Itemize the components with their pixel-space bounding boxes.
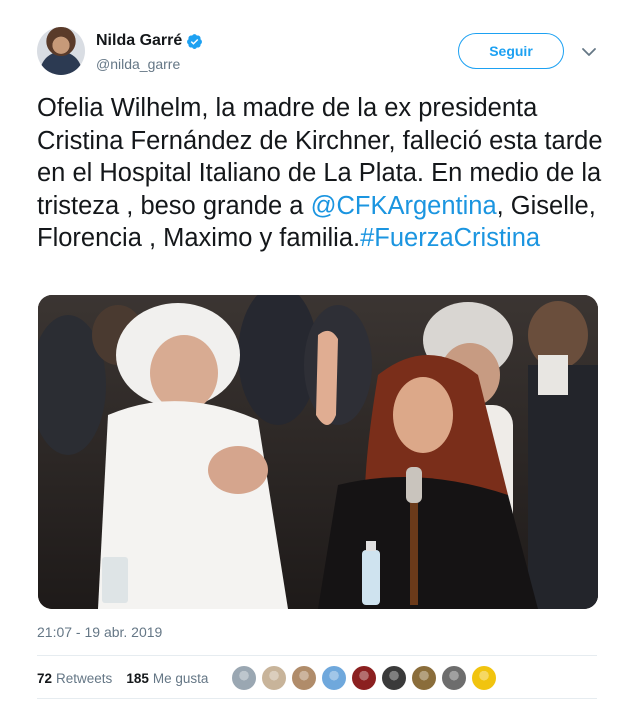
liker-avatar[interactable]: [231, 665, 257, 691]
verified-badge-icon: [187, 33, 203, 49]
likes-stat[interactable]: 185 Me gusta: [126, 671, 208, 686]
author-name-row[interactable]: Nilda Garré: [96, 32, 203, 50]
liker-avatar[interactable]: [441, 665, 467, 691]
liker-avatar[interactable]: [291, 665, 317, 691]
likes-count: 185: [126, 670, 149, 686]
divider-top: [37, 655, 597, 656]
liker-avatar[interactable]: [321, 665, 347, 691]
tweet-timestamp[interactable]: 21:07 - 19 abr. 2019: [37, 624, 162, 640]
mention-link[interactable]: @CFKArgentina: [311, 192, 497, 220]
divider-bottom: [37, 698, 597, 699]
liker-avatar[interactable]: [351, 665, 377, 691]
author-display-name[interactable]: Nilda Garré: [96, 32, 182, 50]
author-handle[interactable]: @nilda_garre: [96, 56, 180, 72]
photo-illustration: [38, 295, 598, 609]
hashtag-link[interactable]: #FuerzaCristina: [360, 224, 540, 252]
liker-avatar[interactable]: [381, 665, 407, 691]
author-avatar[interactable]: [37, 27, 85, 75]
chevron-down-icon[interactable]: [580, 43, 598, 61]
likes-label: Me gusta: [152, 670, 209, 686]
follow-button[interactable]: Seguir: [458, 33, 564, 69]
liker-avatar[interactable]: [261, 665, 287, 691]
tweet-header: Nilda Garré @nilda_garre Seguir: [37, 27, 607, 79]
liker-avatars: [231, 665, 497, 691]
tweet-photo[interactable]: [38, 295, 598, 609]
retweets-stat[interactable]: 72 Retweets: [37, 671, 112, 686]
retweets-label: Retweets: [56, 670, 113, 686]
liker-avatar[interactable]: [411, 665, 437, 691]
liker-avatar[interactable]: [471, 665, 497, 691]
tweet-stats: 72 Retweets 185 Me gusta: [37, 664, 222, 692]
retweets-count: 72: [37, 670, 53, 686]
tweet-text: Ofelia Wilhelm, la madre de la ex presid…: [37, 92, 607, 255]
